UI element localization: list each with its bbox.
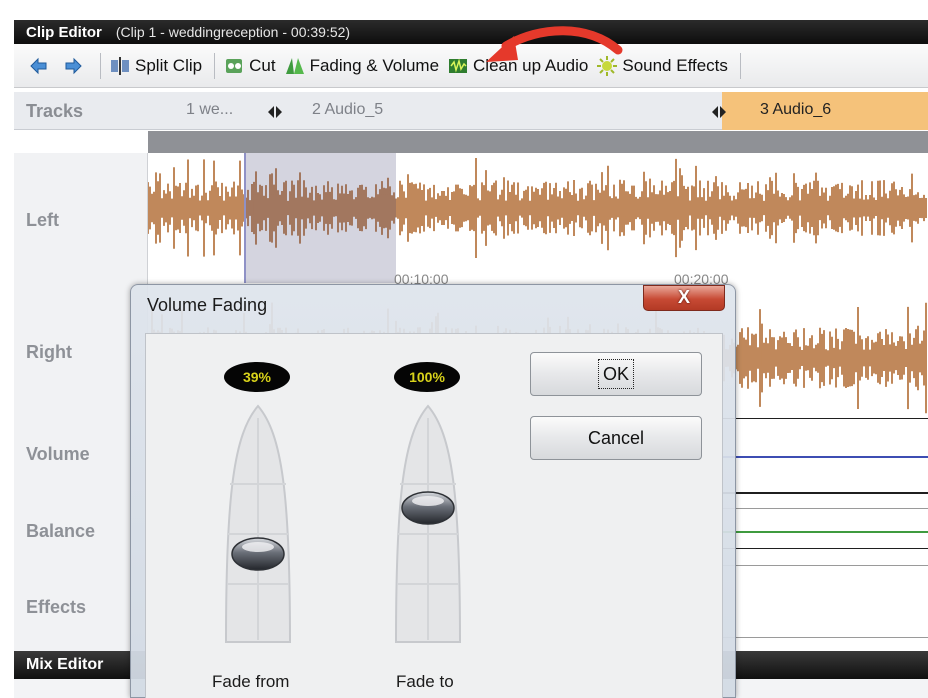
selection-region[interactable]	[244, 153, 396, 283]
app-window: Clip Editor (Clip 1 - weddingreception -…	[0, 0, 928, 698]
fading-volume-button[interactable]: Fading & Volume	[284, 55, 439, 77]
fade-from-slider-track[interactable]	[224, 404, 292, 644]
lane-label-volume: Volume	[26, 444, 90, 464]
cancel-button-label: Cancel	[587, 428, 645, 448]
cut-label: Cut	[249, 55, 276, 75]
track-split-marker-icon[interactable]	[712, 105, 726, 118]
tracks-label: Tracks	[26, 101, 84, 121]
fade-from-percent: 39%	[224, 362, 290, 392]
track-split-marker-icon[interactable]	[268, 105, 282, 118]
tracks-header: Tracks 1 we... 2 Audio_5 3 Audio_6	[14, 92, 928, 130]
mix-editor-label: Mix Editor	[26, 656, 104, 673]
undo-button[interactable]	[28, 55, 54, 77]
fade-to-label: Fade to	[396, 672, 454, 691]
redo-button[interactable]	[62, 55, 88, 77]
cut-icon	[223, 55, 245, 77]
close-icon: X	[677, 287, 690, 307]
lane-label-effects: Effects	[26, 597, 87, 617]
window-title: Clip Editor	[26, 23, 102, 41]
split-clip-button[interactable]: Split Clip	[109, 55, 202, 77]
fading-volume-icon	[284, 55, 306, 77]
track-tab-2[interactable]: 2 Audio_5	[312, 101, 383, 119]
fade-to-percent: 100%	[394, 362, 460, 392]
dialog-title: Volume Fading	[147, 295, 268, 315]
annotation-arrow	[486, 26, 623, 62]
track-tab-1[interactable]: 1 we...	[186, 101, 233, 119]
cancel-button[interactable]: Cancel	[530, 416, 702, 460]
volume-fading-dialog: Volume Fading X 39% Fade from 100% Fade …	[130, 284, 736, 698]
lane-label-right: Right	[26, 342, 72, 362]
redo-icon	[62, 55, 84, 77]
split-clip-icon	[109, 55, 131, 77]
ok-button-label: OK	[597, 359, 634, 389]
toolbar-divider	[100, 52, 101, 79]
cut-button[interactable]: Cut	[223, 55, 276, 77]
fade-to-knob[interactable]	[400, 489, 456, 527]
timeline-ruler[interactable]	[148, 131, 928, 153]
lane-label-balance: Balance	[26, 521, 96, 541]
clean-up-audio-icon	[447, 55, 469, 77]
dialog-body: 39% Fade from 100% Fade to OK Cancel	[145, 333, 723, 698]
lane-label-left: Left	[26, 210, 59, 230]
track-tab-3-active[interactable]: 3 Audio_6	[722, 92, 928, 130]
close-button[interactable]: X	[643, 285, 725, 311]
window-subtitle: (Clip 1 - weddingreception - 00:39:52)	[115, 24, 351, 40]
fade-from-label: Fade from	[212, 672, 290, 691]
toolbar-divider	[214, 52, 216, 79]
split-clip-label: Split Clip	[135, 55, 203, 75]
track-tab-3-label: 3 Audio_6	[760, 101, 832, 118]
ok-button[interactable]: OK	[530, 352, 702, 396]
fading-volume-label: Fading & Volume	[309, 55, 440, 75]
undo-icon	[28, 55, 50, 77]
toolbar-divider	[739, 52, 741, 79]
lane-labels: Left Right Volume Balance Effects	[14, 153, 148, 651]
fade-from-knob[interactable]	[230, 535, 286, 573]
